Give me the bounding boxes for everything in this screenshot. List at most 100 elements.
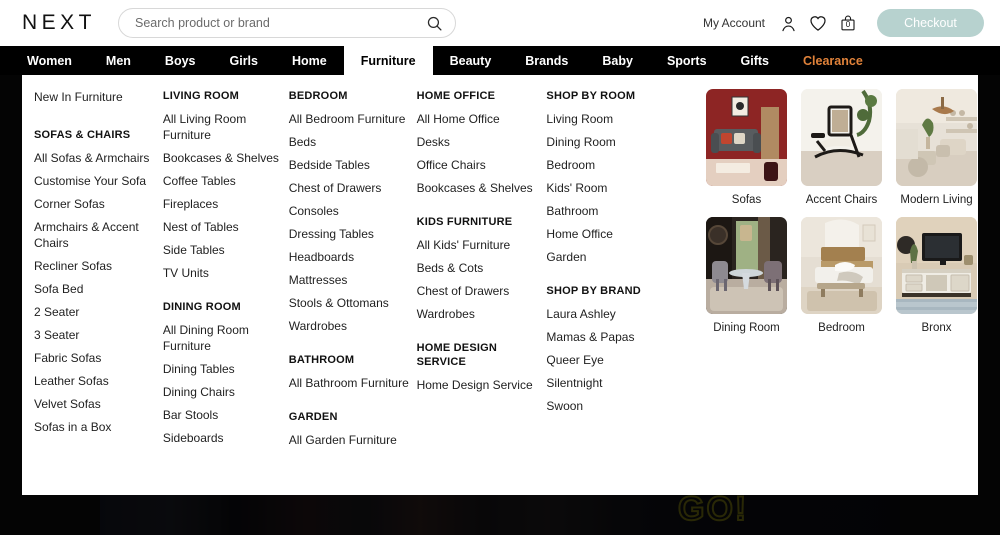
nav-item-men[interactable]: Men bbox=[89, 46, 148, 75]
group-shop-by-room: SHOP BY ROOM Living Room Dining Room Bed… bbox=[546, 89, 702, 265]
menu-link[interactable]: 3 Seater bbox=[34, 327, 163, 343]
group-title: GARDEN bbox=[288, 411, 338, 423]
accent-chairs-image bbox=[801, 89, 883, 186]
menu-link[interactable]: Beds bbox=[289, 134, 417, 150]
menu-link[interactable]: TV Units bbox=[163, 265, 289, 281]
nav-item-brands[interactable]: Brands bbox=[508, 46, 585, 75]
menu-link[interactable]: Mamas & Papas bbox=[546, 329, 702, 345]
nav-item-furniture[interactable]: Furniture bbox=[343, 46, 433, 75]
menu-link[interactable]: Sofas in a Box bbox=[34, 419, 163, 435]
menu-link[interactable]: Wardrobes bbox=[417, 306, 547, 322]
menu-link[interactable]: Swoon bbox=[546, 398, 702, 414]
nav-item-clearance[interactable]: Clearance bbox=[786, 46, 880, 75]
link-new-in-furniture[interactable]: New In Furniture bbox=[34, 89, 163, 105]
menu-link[interactable]: Bookcases & Shelves bbox=[163, 150, 289, 166]
checkout-button[interactable]: Checkout bbox=[877, 9, 984, 37]
menu-link[interactable]: Chest of Drawers bbox=[417, 283, 547, 299]
user-icon[interactable] bbox=[773, 9, 803, 37]
menu-link[interactable]: All Dining Room Furniture bbox=[163, 322, 289, 354]
menu-link[interactable]: Queer Eye bbox=[546, 352, 702, 368]
menu-link[interactable]: Laura Ashley bbox=[546, 306, 702, 322]
menu-link[interactable]: Bedside Tables bbox=[289, 157, 417, 173]
menu-link[interactable]: Sofa Bed bbox=[34, 281, 163, 297]
menu-link[interactable]: Fireplaces bbox=[163, 196, 289, 212]
menu-link[interactable]: Fabric Sofas bbox=[34, 350, 163, 366]
menu-link[interactable]: All Living Room Furniture bbox=[163, 111, 289, 143]
menu-link[interactable]: Dining Room bbox=[546, 134, 702, 150]
menu-link[interactable]: Desks bbox=[417, 134, 547, 150]
menu-link[interactable]: Wardrobes bbox=[289, 318, 417, 334]
menu-link[interactable]: Chest of Drawers bbox=[289, 180, 417, 196]
group-shop-by-brand: SHOP BY BRAND Laura Ashley Mamas & Papas… bbox=[546, 284, 702, 414]
menu-link[interactable]: Consoles bbox=[289, 203, 417, 219]
menu-link[interactable]: Bathroom bbox=[546, 203, 702, 219]
my-account-label[interactable]: My Account bbox=[703, 16, 765, 30]
promo-tile-bedroom[interactable]: Bedroom bbox=[801, 217, 883, 335]
nav-item-sports[interactable]: Sports bbox=[650, 46, 724, 75]
promo-tile-bronx[interactable]: Bronx bbox=[896, 217, 978, 335]
bronx-image bbox=[896, 217, 978, 314]
menu-link[interactable]: Velvet Sofas bbox=[34, 396, 163, 412]
group-title: KIDS FURNITURE bbox=[416, 216, 513, 228]
search-icon[interactable] bbox=[426, 15, 443, 32]
group-bedroom: BEDROOM All Bedroom Furniture Beds Bedsi… bbox=[289, 89, 417, 334]
menu-link[interactable]: Coffee Tables bbox=[163, 173, 289, 189]
menu-link[interactable]: Recliner Sofas bbox=[34, 258, 163, 274]
search-bar[interactable] bbox=[118, 8, 457, 38]
group-sofas-and-chairs: SOFAS & CHAIRS All Sofas & Armchairs Cus… bbox=[34, 128, 163, 435]
brand-logo[interactable]: NEXT bbox=[22, 11, 96, 35]
menu-link[interactable]: Mattresses bbox=[289, 272, 417, 288]
menu-link[interactable]: Bookcases & Shelves bbox=[417, 180, 547, 196]
heart-icon[interactable] bbox=[803, 9, 833, 37]
nav-item-home[interactable]: Home bbox=[275, 46, 344, 75]
promo-tile-sofas[interactable]: Sofas bbox=[706, 89, 788, 207]
group-kids-furniture: KIDS FURNITURE All Kids' Furniture Beds … bbox=[417, 215, 547, 322]
menu-link[interactable]: All Home Office bbox=[417, 111, 547, 127]
menu-link[interactable]: Headboards bbox=[289, 249, 417, 265]
search-input[interactable] bbox=[135, 16, 427, 30]
nav-item-boys[interactable]: Boys bbox=[148, 46, 213, 75]
menu-link[interactable]: Stools & Ottomans bbox=[289, 295, 417, 311]
promo-tile-dining-room[interactable]: Dining Room bbox=[706, 217, 788, 335]
tile-label: Bronx bbox=[921, 322, 952, 334]
menu-link[interactable]: Kids' Room bbox=[546, 180, 702, 196]
menu-link[interactable]: Corner Sofas bbox=[34, 196, 163, 212]
menu-link[interactable]: All Sofas & Armchairs bbox=[34, 150, 163, 166]
nav-item-gifts[interactable]: Gifts bbox=[724, 46, 786, 75]
nav-item-beauty[interactable]: Beauty bbox=[433, 46, 509, 75]
menu-link[interactable]: 2 Seater bbox=[34, 304, 163, 320]
tile-label: Modern Living bbox=[900, 194, 973, 206]
menu-link[interactable]: All Bathroom Furniture bbox=[289, 375, 417, 391]
group-title: BATHROOM bbox=[288, 354, 355, 366]
menu-link[interactable]: Office Chairs bbox=[417, 157, 547, 173]
menu-link[interactable]: Side Tables bbox=[163, 242, 289, 258]
menu-link[interactable]: Dressing Tables bbox=[289, 226, 417, 242]
menu-link[interactable]: Home Office bbox=[546, 226, 702, 242]
group-home-design-service: HOME DESIGN SERVICE Home Design Service bbox=[417, 341, 547, 393]
mega-column-2: LIVING ROOM All Living Room Furniture Bo… bbox=[163, 89, 289, 495]
menu-link[interactable]: Dining Tables bbox=[163, 361, 289, 377]
promo-tile-modern-living[interactable]: Modern Living bbox=[896, 89, 978, 207]
menu-link[interactable]: Sideboards bbox=[163, 430, 289, 446]
tile-label: Sofas bbox=[731, 194, 762, 206]
menu-link[interactable]: All Kids' Furniture bbox=[417, 237, 547, 253]
shopping-bag-icon[interactable]: 0 bbox=[833, 9, 863, 37]
menu-link[interactable]: Customise Your Sofa bbox=[34, 173, 163, 189]
menu-link[interactable]: Garden bbox=[546, 249, 702, 265]
menu-link[interactable]: Dining Chairs bbox=[163, 384, 289, 400]
menu-link[interactable]: Nest of Tables bbox=[163, 219, 289, 235]
menu-link[interactable]: Leather Sofas bbox=[34, 373, 163, 389]
menu-link[interactable]: Beds & Cots bbox=[417, 260, 547, 276]
menu-link[interactable]: Bar Stools bbox=[163, 407, 289, 423]
promo-tile-accent-chairs[interactable]: Accent Chairs bbox=[801, 89, 883, 207]
menu-link[interactable]: Silentnight bbox=[546, 375, 702, 391]
nav-item-women[interactable]: Women bbox=[10, 46, 89, 75]
nav-item-baby[interactable]: Baby bbox=[585, 46, 650, 75]
menu-link[interactable]: Home Design Service bbox=[417, 377, 547, 393]
menu-link[interactable]: Armchairs & Accent Chairs bbox=[34, 219, 163, 251]
nav-item-girls[interactable]: Girls bbox=[213, 46, 276, 75]
menu-link[interactable]: All Garden Furniture bbox=[289, 432, 417, 448]
menu-link[interactable]: Living Room bbox=[546, 111, 702, 127]
menu-link[interactable]: Bedroom bbox=[546, 157, 702, 173]
menu-link[interactable]: All Bedroom Furniture bbox=[289, 111, 417, 127]
